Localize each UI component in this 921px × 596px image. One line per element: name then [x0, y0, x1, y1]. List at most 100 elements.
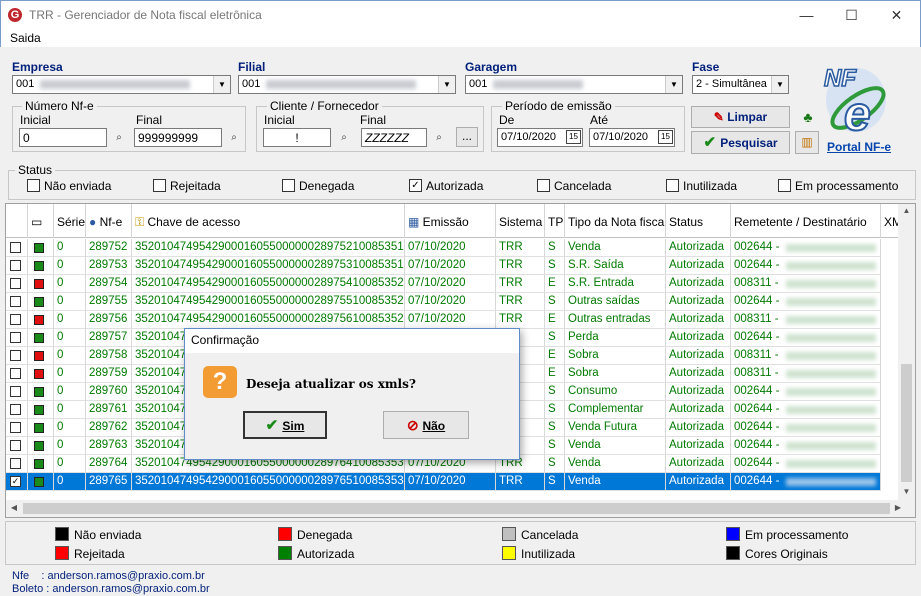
table-row[interactable]: ✓ 0 289765 35201047495429000160550000002897… — [6, 473, 881, 491]
column-header[interactable]: ▦ Emissão — [405, 204, 496, 238]
column-header[interactable]: Sistema — [496, 204, 545, 238]
legend-swatch[interactable] — [502, 527, 516, 541]
status-checkbox[interactable] — [27, 179, 40, 192]
minimize-button[interactable]: — — [784, 1, 829, 30]
row-checkbox[interactable] — [10, 332, 21, 343]
row-select-cell[interactable] — [6, 401, 28, 419]
row-select-cell[interactable] — [6, 311, 28, 329]
row-checkbox[interactable]: ✓ — [10, 476, 21, 487]
legend-swatch[interactable] — [278, 546, 292, 560]
column-header[interactable] — [6, 204, 28, 238]
row-select-cell[interactable] — [6, 275, 28, 293]
maximize-button[interactable]: ☐ — [829, 1, 874, 30]
legend-swatch[interactable] — [726, 546, 740, 560]
row-checkbox[interactable] — [10, 368, 21, 379]
row-checkbox[interactable] — [10, 350, 21, 361]
table-row[interactable]: 0 289754 352010474954290001605500000028975… — [6, 275, 881, 293]
tree-icon[interactable]: ♣ — [797, 106, 819, 128]
row-select-cell[interactable]: ✓ — [6, 473, 28, 491]
row-checkbox[interactable] — [10, 278, 21, 289]
column-header[interactable]: ● Nf-e — [86, 204, 132, 238]
column-header[interactable]: Série — [54, 204, 86, 238]
fase-label: Fase — [692, 60, 720, 74]
menu-saida[interactable]: Saida — [10, 31, 41, 45]
chevron-down-icon[interactable]: ▼ — [213, 76, 230, 93]
row-select-cell[interactable] — [6, 383, 28, 401]
column-header[interactable]: Status — [666, 204, 731, 238]
column-header[interactable]: TP — [545, 204, 565, 238]
cliente-final-input[interactable]: ZZZZZZ — [361, 128, 427, 147]
sim-button[interactable]: ✔ Sim — [243, 411, 327, 439]
row-checkbox[interactable] — [10, 386, 21, 397]
row-select-cell[interactable] — [6, 365, 28, 383]
chevron-down-icon[interactable]: ▼ — [771, 76, 788, 93]
row-select-cell[interactable] — [6, 239, 28, 257]
fase-combo[interactable]: 2 - Simultânea ▼ — [692, 75, 789, 94]
row-checkbox[interactable] — [10, 296, 21, 307]
column-header[interactable]: ⚿ Chave de acesso — [132, 204, 405, 238]
legend-swatch[interactable] — [55, 546, 69, 560]
numero-inicial-input[interactable]: 0 — [19, 128, 107, 147]
row-select-cell[interactable] — [6, 257, 28, 275]
chevron-down-icon[interactable]: ▼ — [438, 76, 455, 93]
table-row[interactable]: 0 289755 352010474954290001605500000028975… — [6, 293, 881, 311]
row-select-cell[interactable] — [6, 329, 28, 347]
calendar-icon[interactable]: 15 — [658, 130, 673, 144]
row-checkbox[interactable] — [10, 260, 21, 271]
scroll-right-icon[interactable]: ▶ — [892, 503, 904, 512]
garagem-combo[interactable]: 001 ▼ — [465, 75, 683, 94]
status-checkbox[interactable] — [282, 179, 295, 192]
legend-swatch[interactable] — [726, 527, 740, 541]
vertical-scroll-thumb[interactable] — [901, 364, 912, 482]
binoculars-icon[interactable]: ⌕ — [333, 128, 355, 147]
row-select-cell[interactable] — [6, 419, 28, 437]
row-select-cell[interactable] — [6, 347, 28, 365]
legend-swatch[interactable] — [502, 546, 516, 560]
status-checkbox[interactable] — [778, 179, 791, 192]
scroll-down-icon[interactable]: ▼ — [898, 487, 915, 496]
binoculars-icon[interactable]: ⌕ — [223, 128, 245, 147]
binoculars-icon[interactable]: ⌕ — [428, 128, 450, 147]
numero-final-input[interactable]: 999999999 — [134, 128, 222, 147]
cliente-inicial-input[interactable]: ! — [263, 128, 331, 147]
status-checkbox[interactable] — [537, 179, 550, 192]
calendar-icon[interactable]: 15 — [566, 130, 581, 144]
empresa-combo[interactable]: 001 ▼ — [12, 75, 231, 94]
close-button[interactable]: ✕ — [874, 1, 919, 30]
scroll-up-icon[interactable]: ▲ — [898, 206, 915, 215]
row-select-cell[interactable] — [6, 455, 28, 473]
row-checkbox[interactable] — [10, 422, 21, 433]
more-button[interactable]: ... — [456, 127, 478, 147]
row-checkbox[interactable] — [10, 404, 21, 415]
cell-status: Autorizada — [666, 473, 731, 491]
status-checkbox[interactable] — [666, 179, 679, 192]
row-select-cell[interactable] — [6, 293, 28, 311]
chart-icon[interactable]: ▥ — [795, 131, 819, 154]
row-checkbox[interactable] — [10, 242, 21, 253]
horizontal-scroll-thumb[interactable] — [23, 503, 890, 514]
binoculars-icon[interactable]: ⌕ — [108, 128, 130, 147]
column-header[interactable]: Remetente / Destinatário — [731, 204, 881, 238]
row-select-cell[interactable] — [6, 437, 28, 455]
vertical-scrollbar[interactable]: ▲ ▼ — [898, 204, 915, 500]
scroll-left-icon[interactable]: ◀ — [8, 503, 20, 512]
legend-swatch[interactable] — [55, 527, 69, 541]
legend-swatch[interactable] — [278, 527, 292, 541]
column-header[interactable]: Tipo da Nota fiscal — [565, 204, 666, 238]
table-row[interactable]: 0 289753 352010474954290001605500000028975… — [6, 257, 881, 275]
column-header[interactable]: ▭ — [28, 204, 54, 238]
pesquisar-button[interactable]: ✔ Pesquisar — [691, 131, 790, 154]
filial-combo[interactable]: 001 ▼ — [238, 75, 456, 94]
status-checkbox[interactable] — [153, 179, 166, 192]
status-checkbox[interactable]: ✓ — [409, 179, 422, 192]
horizontal-scrollbar[interactable]: ◀ ▶ — [6, 500, 915, 517]
table-row[interactable]: 0 289756 352010474954290001605500000028975… — [6, 311, 881, 329]
limpar-button[interactable]: ✎ Limpar — [691, 106, 790, 128]
row-checkbox[interactable] — [10, 458, 21, 469]
table-row[interactable]: 0 289752 352010474954290001605500000028975… — [6, 239, 881, 257]
chevron-down-icon[interactable]: ▼ — [665, 76, 682, 93]
row-checkbox[interactable] — [10, 314, 21, 325]
nao-button[interactable]: ⊘ Não — [383, 411, 469, 439]
row-checkbox[interactable] — [10, 440, 21, 451]
portal-nfe-link[interactable]: Portal NF-e — [827, 140, 891, 154]
